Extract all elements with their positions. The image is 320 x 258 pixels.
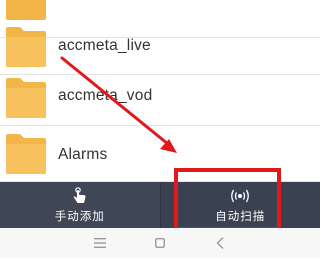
file-name: accmeta_vod: [58, 87, 153, 104]
list-item[interactable]: accmeta_vod: [0, 68, 320, 126]
folder-icon: [6, 76, 46, 118]
list-item[interactable]: accmeta_live: [0, 17, 320, 75]
bottom-action-bar: 手动添加 自动扫描: [0, 182, 320, 228]
back-chevron-icon[interactable]: [210, 233, 230, 253]
system-nav-bar: [0, 228, 320, 258]
auto-scan-label: 自动扫描: [215, 210, 266, 223]
file-name: Alarms: [58, 146, 108, 163]
folder-icon: [6, 132, 46, 174]
auto-scan-button[interactable]: 自动扫描: [160, 182, 320, 228]
file-name: accmeta_live: [58, 37, 151, 54]
file-list: accmeta_live accmeta_vod Alarms: [0, 0, 320, 182]
broadcast-icon: [229, 187, 251, 205]
list-item[interactable]: Alarms: [0, 124, 320, 182]
menu-icon[interactable]: [90, 233, 110, 253]
manual-add-label: 手动添加: [54, 210, 105, 223]
screen: accmeta_live accmeta_vod Alarms 手动添加 自动扫…: [0, 0, 320, 258]
home-square-icon[interactable]: [150, 233, 170, 253]
hand-tap-icon: [72, 186, 88, 205]
manual-add-button[interactable]: 手动添加: [0, 182, 161, 228]
folder-icon: [6, 25, 46, 67]
